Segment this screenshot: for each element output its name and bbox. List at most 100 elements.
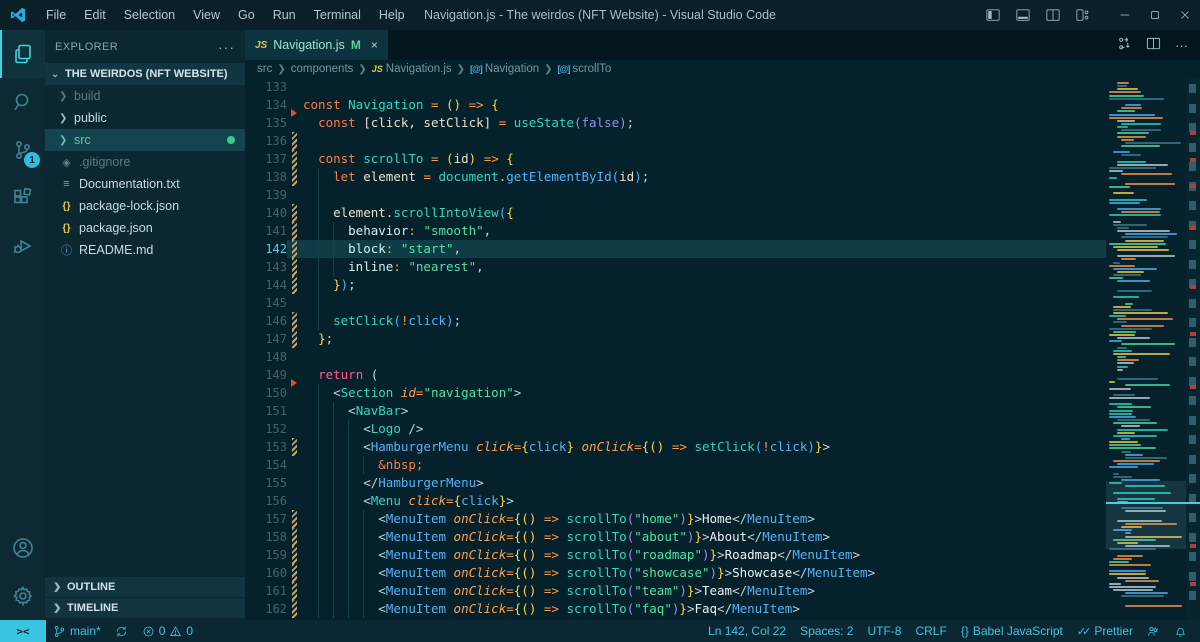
folder-chevron-icon: ❯ bbox=[59, 91, 69, 102]
breadcrumb-navigation[interactable]: [@]Navigation bbox=[470, 63, 539, 75]
git-branch-status[interactable]: main* bbox=[46, 620, 108, 642]
file-label: package-lock.json bbox=[79, 199, 179, 213]
menu-edit[interactable]: Edit bbox=[75, 0, 115, 30]
indent-guide bbox=[318, 222, 319, 240]
close-window-icon[interactable] bbox=[1170, 0, 1200, 30]
git-modified-gutter-icon bbox=[292, 222, 297, 240]
file-item-package-lock-json[interactable]: {}package-lock.json bbox=[45, 195, 245, 217]
language-mode[interactable]: {} Babel JavaScript bbox=[954, 620, 1070, 642]
code-text: <MenuItem onClick={() => scrollTo("faq")… bbox=[301, 600, 1200, 618]
feedback-icon bbox=[1147, 625, 1160, 638]
file-item-public[interactable]: ❯public bbox=[45, 107, 245, 129]
activitybar-extensions[interactable] bbox=[0, 174, 45, 222]
line-number: 139 bbox=[245, 186, 287, 204]
line-number: 145 bbox=[245, 294, 287, 312]
eol-setting[interactable]: CRLF bbox=[908, 620, 953, 642]
breadcrumb-scrollto[interactable]: [@]scrollTo bbox=[558, 63, 612, 75]
project-section-header[interactable]: ⌄ THE WEIRDOS (NFT WEBSITE) bbox=[45, 63, 245, 85]
activitybar-explorer[interactable] bbox=[0, 30, 45, 78]
activitybar-settings[interactable] bbox=[0, 572, 45, 620]
file-item-package-json[interactable]: {}package.json bbox=[45, 217, 245, 239]
code-text: let element = document.getElementById(id… bbox=[301, 168, 1200, 186]
line-number: 133 bbox=[245, 78, 287, 96]
menu-file[interactable]: File bbox=[37, 0, 75, 30]
code-text: <MenuItem onClick={() => scrollTo("roadm… bbox=[301, 546, 1200, 564]
toggle-panel-icon[interactable] bbox=[1008, 0, 1038, 30]
file-item--gitignore[interactable]: ◈.gitignore bbox=[45, 151, 245, 173]
toggle-sidebar-icon[interactable] bbox=[978, 0, 1008, 30]
indent-guide bbox=[333, 510, 334, 528]
explorer-title: EXPLORER bbox=[55, 41, 118, 53]
feedback-button[interactable] bbox=[1140, 620, 1167, 642]
tab-navigation-js[interactable]: JS Navigation.js M × bbox=[245, 30, 388, 60]
menu-help[interactable]: Help bbox=[370, 0, 414, 30]
breadcrumb-navigation-js[interactable]: JSNavigation.js bbox=[372, 63, 452, 75]
menu-terminal[interactable]: Terminal bbox=[305, 0, 370, 30]
code-text: <Section id="navigation"> bbox=[301, 384, 1200, 402]
breadcrumb-components[interactable]: components bbox=[291, 63, 354, 75]
split-editor-icon[interactable] bbox=[1038, 0, 1068, 30]
indentation-setting[interactable]: Spaces: 2 bbox=[793, 620, 860, 642]
code-editor[interactable]: 133134const Navigation = () => {135 cons… bbox=[245, 78, 1200, 620]
activitybar-run-debug[interactable] bbox=[0, 222, 45, 270]
editor-more-actions-icon[interactable]: ··· bbox=[1175, 38, 1188, 53]
gutter bbox=[287, 150, 301, 168]
code-text bbox=[301, 78, 1200, 96]
indent-guide bbox=[318, 186, 319, 204]
file-item-documentation-txt[interactable]: ≡Documentation.txt bbox=[45, 173, 245, 195]
menu-run[interactable]: Run bbox=[264, 0, 305, 30]
notifications-button[interactable] bbox=[1167, 620, 1194, 642]
line-number: 136 bbox=[245, 132, 287, 150]
panel-outline[interactable]: ❯OUTLINE bbox=[45, 577, 245, 597]
vscode-logo-icon bbox=[9, 6, 27, 24]
code-line-149: 149 return ( bbox=[245, 366, 1200, 384]
panel-timeline[interactable]: ❯TIMELINE bbox=[45, 598, 245, 618]
remote-indicator[interactable]: >< bbox=[0, 620, 46, 642]
tab-close-icon[interactable]: × bbox=[371, 38, 378, 52]
code-line-147: 147 }; bbox=[245, 330, 1200, 348]
customize-layout-icon[interactable] bbox=[1068, 0, 1098, 30]
sync-changes-button[interactable] bbox=[108, 620, 135, 642]
encoding-setting[interactable]: UTF-8 bbox=[860, 620, 908, 642]
code-line-139: 139 bbox=[245, 186, 1200, 204]
git-modified-gutter-icon bbox=[292, 438, 297, 456]
activitybar-accounts[interactable] bbox=[0, 524, 45, 572]
overview-ruler[interactable] bbox=[1186, 78, 1200, 620]
file-item-src[interactable]: ❯src bbox=[45, 129, 245, 151]
code-text: &nbsp; bbox=[301, 456, 1200, 474]
restore-icon[interactable] bbox=[1140, 0, 1170, 30]
menu-view[interactable]: View bbox=[184, 0, 229, 30]
tab-label: Navigation.js bbox=[273, 38, 345, 52]
formatter-status[interactable]: ✓✓ Prettier bbox=[1070, 620, 1140, 642]
open-changes-icon[interactable] bbox=[1117, 36, 1132, 54]
problems-status[interactable]: 0 0 bbox=[135, 620, 200, 642]
file-tree: ❯build❯public❯src◈.gitignore≡Documentati… bbox=[45, 85, 245, 261]
git-modified-gutter-icon bbox=[292, 600, 297, 618]
code-text: <MenuItem onClick={() => scrollTo("home"… bbox=[301, 510, 1200, 528]
panel-label: OUTLINE bbox=[67, 581, 115, 593]
settings-icon bbox=[11, 584, 35, 608]
split-editor-right-icon[interactable] bbox=[1146, 36, 1161, 54]
activitybar-source-control[interactable]: 1 bbox=[0, 126, 45, 174]
explorer-more-actions-icon[interactable]: ··· bbox=[218, 39, 235, 55]
menu-go[interactable]: Go bbox=[229, 0, 264, 30]
breadcrumb-src[interactable]: src bbox=[257, 63, 272, 75]
code-text: behavior: "smooth", bbox=[301, 222, 1200, 240]
minimap[interactable] bbox=[1106, 78, 1186, 620]
line-number: 146 bbox=[245, 312, 287, 330]
line-number: 162 bbox=[245, 600, 287, 618]
indent-guide bbox=[318, 546, 319, 564]
file-item-readme-md[interactable]: ⓘREADME.md bbox=[45, 239, 245, 261]
file-label: README.md bbox=[79, 243, 153, 257]
gutter bbox=[287, 438, 301, 456]
line-number: 158 bbox=[245, 528, 287, 546]
indent-guide bbox=[348, 546, 349, 564]
cursor-position[interactable]: Ln 142, Col 22 bbox=[701, 620, 793, 642]
file-item-build[interactable]: ❯build bbox=[45, 85, 245, 107]
menu-selection[interactable]: Selection bbox=[115, 0, 184, 30]
activitybar-search[interactable] bbox=[0, 78, 45, 126]
breadcrumb-separator-icon: ❯ bbox=[542, 64, 554, 75]
minimap-slider[interactable] bbox=[1106, 481, 1186, 549]
git-modified-gutter-icon bbox=[292, 330, 297, 348]
minimize-icon[interactable] bbox=[1110, 0, 1140, 30]
